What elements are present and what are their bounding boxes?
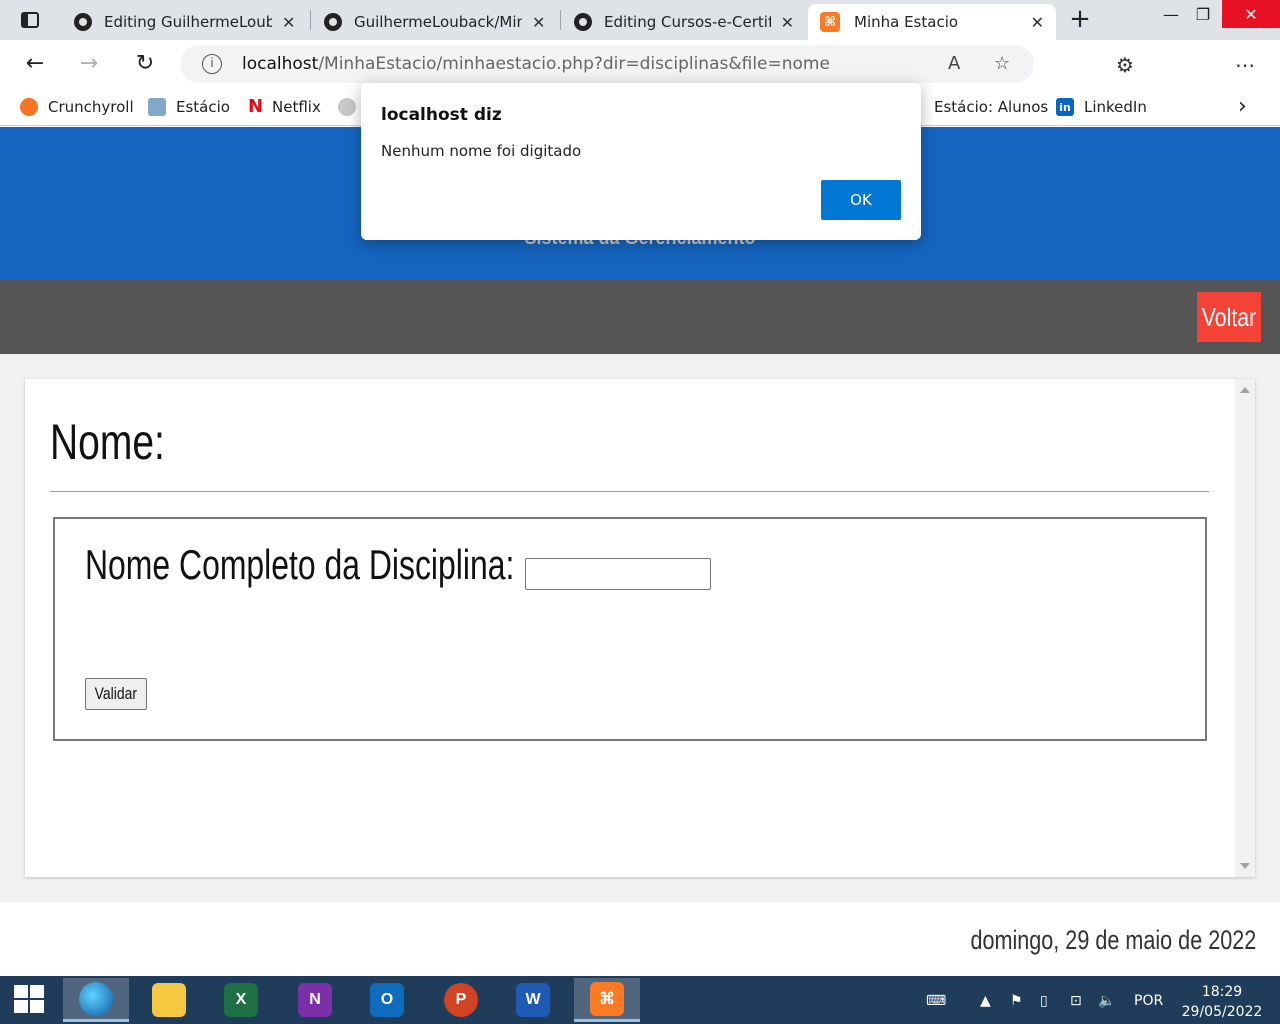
- restore-button[interactable]: ❐: [1180, 0, 1226, 28]
- favorite-label: Estácio: [176, 98, 230, 116]
- taskbar-xampp[interactable]: ⌘: [574, 978, 640, 1022]
- favorite-label: Estácio: Alunos: [934, 98, 1049, 116]
- divider: [50, 491, 1209, 492]
- windows-start-icon[interactable]: [14, 985, 46, 1015]
- linkedin-icon: in: [1056, 98, 1074, 116]
- network-warning-icon[interactable]: ▯: [1040, 990, 1048, 1012]
- tab-actions-icon: [21, 12, 39, 28]
- outlook-icon: O: [370, 983, 404, 1017]
- favorite-estacio-alunos[interactable]: Estácio: Alunos: [934, 96, 1048, 118]
- crunchyroll-icon: [20, 98, 38, 116]
- xampp-icon: ⌘: [590, 981, 624, 1016]
- estacio-icon: [148, 98, 166, 116]
- clock-time: 18:29: [1201, 984, 1243, 1000]
- word-icon: W: [516, 983, 550, 1017]
- onenote-icon: N: [298, 983, 332, 1017]
- system-clock[interactable]: 18:29 29/05/2022: [1176, 982, 1268, 1022]
- validate-label: Validar: [94, 684, 138, 703]
- tab-editing-cursos[interactable]: Editing Cursos-e-Certifica ✕: [562, 4, 806, 40]
- dialog-message: Nenhum nome foi digitado: [381, 142, 582, 160]
- page-title: Nome:: [50, 414, 165, 470]
- favorite-linkedin[interactable]: in LinkedIn: [1056, 96, 1147, 118]
- ok-button[interactable]: OK: [821, 180, 901, 220]
- taskbar-onenote[interactable]: N: [282, 978, 348, 1022]
- taskbar-outlook[interactable]: O: [354, 978, 420, 1022]
- url-host: localhost: [242, 54, 319, 74]
- back-arrow-icon[interactable]: ←: [20, 50, 50, 78]
- site-nav-bar: [0, 279, 1280, 354]
- validate-button[interactable]: Validar: [85, 678, 147, 710]
- forward-arrow-icon[interactable]: →: [74, 50, 104, 78]
- xampp-icon: ⌘: [820, 12, 840, 32]
- netflix-icon: N: [248, 96, 264, 117]
- tab-strip: Editing GuilhermeLoubac ✕ GuilhermeLouba…: [0, 0, 1280, 40]
- github-icon: [574, 13, 592, 31]
- site-info-icon[interactable]: i: [202, 54, 222, 74]
- address-toolbar: ← → ↻ i localhost/MinhaEstacio/minhaesta…: [0, 40, 1280, 118]
- address-bar[interactable]: i localhost/MinhaEstacio/minhaestacio.ph…: [180, 45, 1034, 83]
- excel-icon: X: [224, 983, 258, 1017]
- tab-minha-estacio[interactable]: ⌘ Minha Estacio ✕: [808, 4, 1056, 40]
- tab-guilhermelouback-minha[interactable]: GuilhermeLouback/Minha ✕: [312, 4, 558, 40]
- read-aloud-icon[interactable]: A: [948, 53, 960, 74]
- close-window-button[interactable]: ✕: [1222, 0, 1280, 28]
- more-menu-icon[interactable]: ⋯: [1232, 52, 1258, 78]
- dialog-title: localhost diz: [381, 105, 502, 125]
- github-icon: [324, 13, 342, 31]
- taskbar-word[interactable]: W: [500, 978, 566, 1022]
- touch-keyboard-icon[interactable]: ⌨: [926, 990, 946, 1012]
- taskbar-powerpoint[interactable]: P: [428, 978, 494, 1022]
- network-icon[interactable]: ⊡: [1070, 990, 1082, 1012]
- favorite-netflix[interactable]: N Netflix: [248, 96, 321, 118]
- tab-separator: [560, 10, 561, 30]
- new-tab-button[interactable]: +: [1066, 6, 1094, 34]
- extensions-icon[interactable]: ⚙: [1112, 52, 1138, 78]
- action-flag-icon[interactable]: ⚑: [1010, 990, 1023, 1012]
- card-scrollbar[interactable]: [1235, 379, 1255, 877]
- discipline-name-label: Nome Completo da Disciplina:: [85, 541, 515, 588]
- close-tab-icon[interactable]: ✕: [781, 13, 794, 32]
- tab-title: Minha Estacio: [854, 13, 959, 31]
- url-text[interactable]: localhost/MinhaEstacio/minhaestacio.php?…: [242, 54, 830, 74]
- github-icon: [74, 13, 92, 31]
- tab-title: Editing Cursos-e-Certifica: [604, 13, 771, 31]
- discipline-name-input[interactable]: [525, 558, 711, 590]
- footer-date: domingo, 29 de maio de 2022: [970, 925, 1256, 955]
- tab-title: GuilhermeLouback/Minha: [354, 13, 522, 31]
- tab-title: Editing GuilhermeLoubac: [104, 13, 272, 31]
- tab-editing-guilhermelouback[interactable]: Editing GuilhermeLoubac ✕: [62, 4, 308, 40]
- favorites-overflow-icon[interactable]: ›: [1238, 94, 1247, 119]
- close-tab-icon[interactable]: ✕: [282, 13, 295, 32]
- alert-dialog: localhost diz Nenhum nome foi digitado O…: [361, 83, 921, 240]
- scroll-down-icon[interactable]: [1240, 863, 1250, 869]
- tab-separator: [310, 10, 311, 30]
- show-hidden-icons-icon[interactable]: ▲: [980, 990, 991, 1012]
- input-language-indicator[interactable]: POR: [1134, 990, 1163, 1012]
- close-tab-icon[interactable]: ✕: [532, 13, 545, 32]
- favorite-label: Crunchyroll: [48, 98, 134, 116]
- edge-icon: [79, 981, 113, 1016]
- favorite-estacio[interactable]: Estácio: [148, 96, 230, 118]
- tab-actions-button[interactable]: [8, 6, 52, 34]
- add-favorite-icon[interactable]: ☆: [994, 53, 1010, 74]
- file-explorer-icon: [152, 983, 186, 1017]
- favorite-crunchyroll[interactable]: Crunchyroll: [20, 96, 134, 118]
- taskbar-edge[interactable]: [63, 978, 129, 1022]
- powerpoint-icon: P: [444, 983, 478, 1017]
- back-button[interactable]: Voltar: [1197, 292, 1261, 342]
- scroll-up-icon[interactable]: [1240, 387, 1250, 393]
- url-path: /MinhaEstacio/minhaestacio.php?dir=disci…: [318, 54, 830, 74]
- volume-icon[interactable]: 🔈: [1098, 990, 1115, 1012]
- close-tab-icon[interactable]: ✕: [1031, 13, 1044, 32]
- taskbar-file-explorer[interactable]: [136, 978, 202, 1022]
- one-piece-icon: [338, 98, 356, 116]
- taskbar-excel[interactable]: X: [208, 978, 274, 1022]
- favorite-label: Netflix: [272, 98, 321, 116]
- clock-date: 29/05/2022: [1181, 1004, 1263, 1020]
- favorite-label: LinkedIn: [1084, 98, 1147, 116]
- reload-icon[interactable]: ↻: [130, 50, 160, 78]
